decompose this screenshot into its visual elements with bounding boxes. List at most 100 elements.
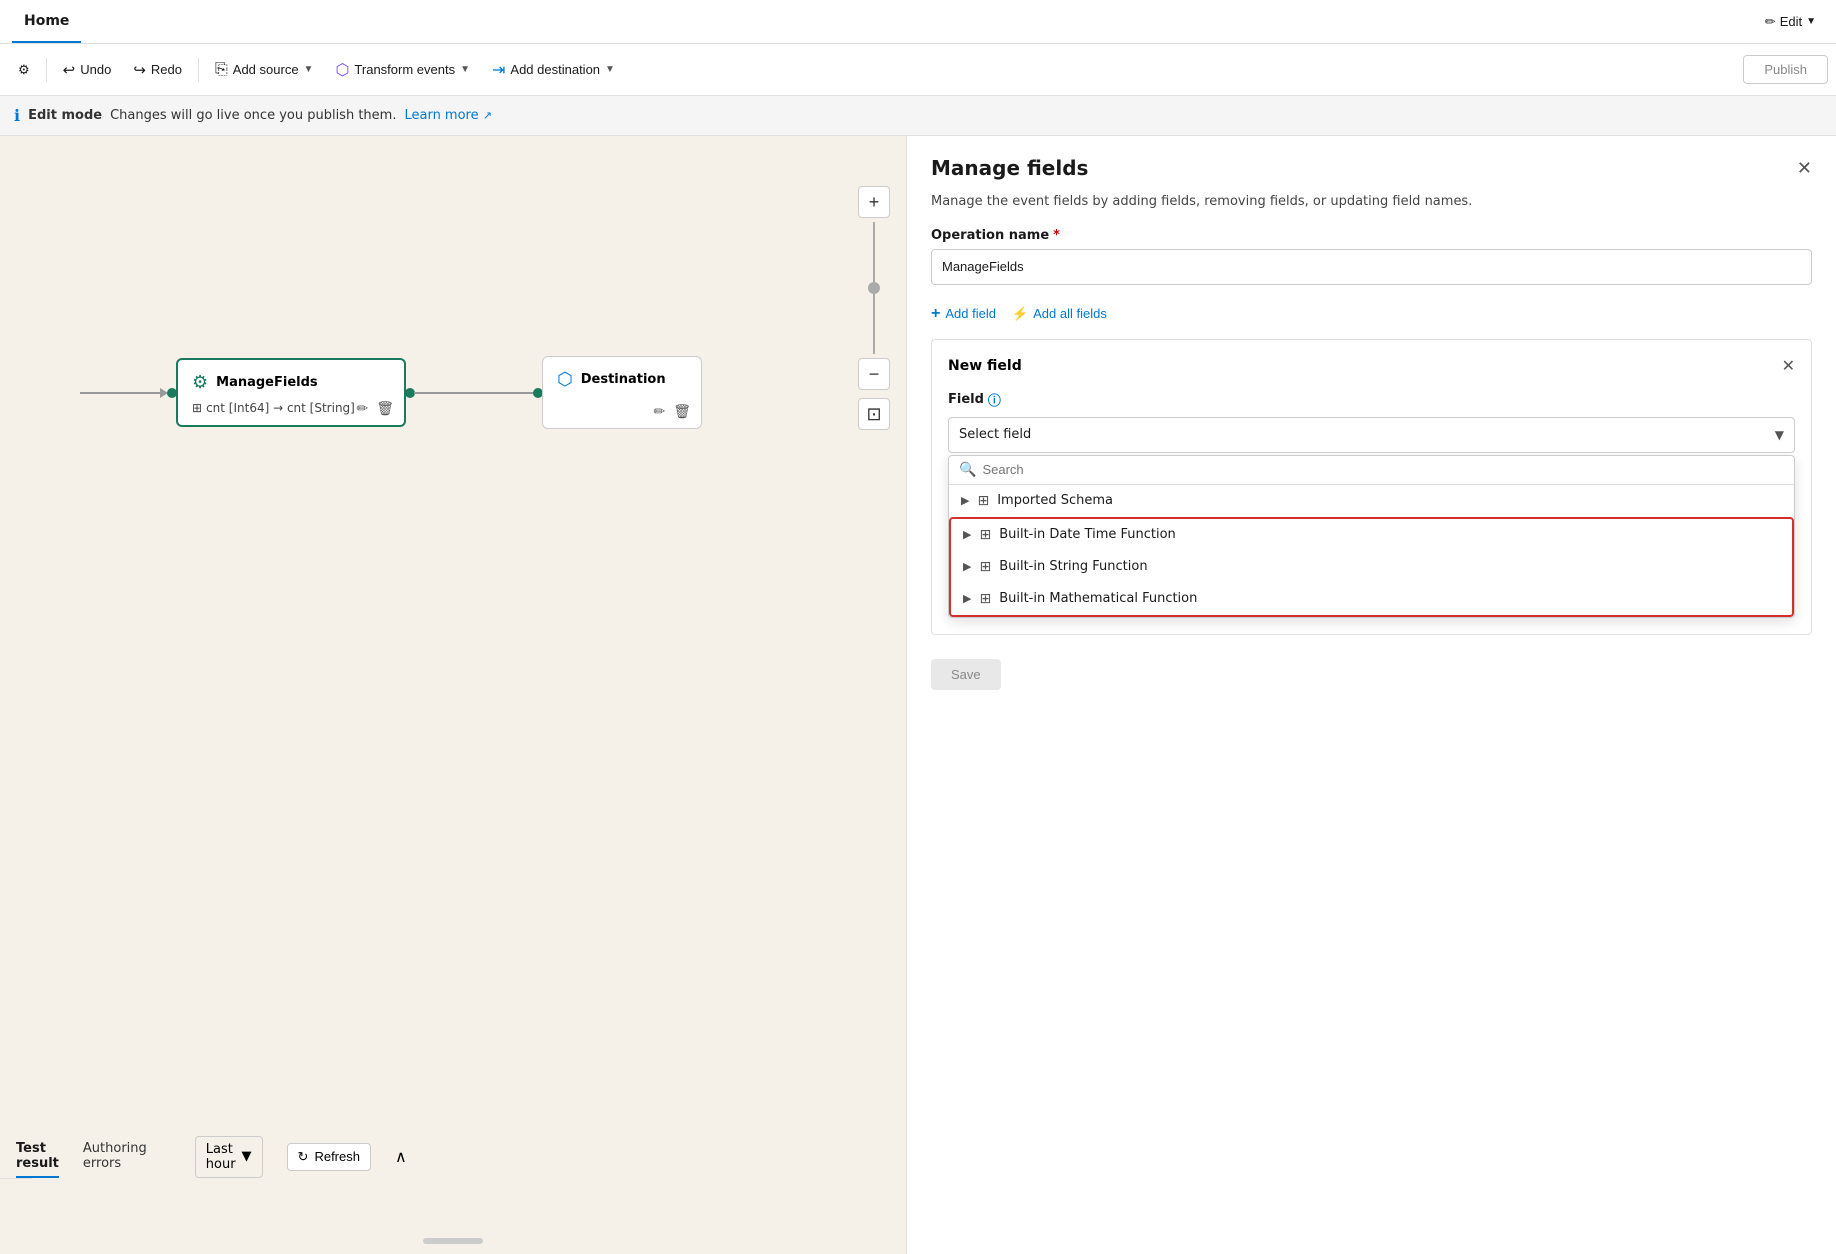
highlighted-section: ▶ ⊞ Built-in Date Time Function ▶ ⊞ Buil… bbox=[949, 517, 1794, 617]
panel-close-button[interactable]: ✕ bbox=[1797, 158, 1812, 179]
redo-button[interactable]: ↪ Redo bbox=[123, 55, 192, 85]
dropdown-chevron: ▼ bbox=[1775, 428, 1784, 442]
new-field-title: New field bbox=[948, 358, 1022, 374]
dropdown-item-datetime[interactable]: ▶ ⊞ Built-in Date Time Function bbox=[951, 519, 1792, 551]
settings-button[interactable]: ⚙ bbox=[8, 56, 40, 84]
dropdown-item-math[interactable]: ▶ ⊞ Built-in Mathematical Function bbox=[951, 583, 1792, 615]
redo-icon: ↪ bbox=[133, 61, 146, 79]
add-destination-icon: ⇥ bbox=[492, 60, 505, 80]
edit-mode-banner: ℹ Edit mode Changes will go live once yo… bbox=[0, 96, 1836, 136]
edit-node-button[interactable]: ✏ bbox=[356, 400, 368, 417]
edit-pencil-icon: ✏ bbox=[1765, 14, 1776, 30]
home-tab[interactable]: Home bbox=[12, 0, 81, 43]
left-connector bbox=[80, 388, 168, 398]
add-destination-chevron: ▼ bbox=[605, 64, 615, 75]
manage-fields-icon: ⚙ bbox=[192, 372, 208, 393]
expand-icon-datetime: ▶ bbox=[963, 528, 971, 541]
operation-name-section: Operation name * bbox=[907, 228, 1836, 301]
transform-events-button[interactable]: ⬡ Transform events ▼ bbox=[325, 54, 480, 86]
new-field-close-button[interactable]: ✕ bbox=[1782, 356, 1795, 376]
divider2 bbox=[198, 58, 199, 82]
time-range-select[interactable]: Last hour ▼ bbox=[195, 1136, 263, 1178]
add-source-button[interactable]: ⎘ Add source ▼ bbox=[205, 55, 323, 85]
grid-icon-math: ⊞ bbox=[979, 591, 991, 607]
expand-icon-math: ▶ bbox=[963, 592, 971, 605]
dropdown-item-imported-schema[interactable]: ▶ ⊞ Imported Schema bbox=[949, 485, 1794, 517]
connection-line bbox=[414, 392, 534, 394]
edit-button[interactable]: ✏ Edit ▼ bbox=[1757, 10, 1824, 34]
main-area: + − ⊡ bbox=[0, 136, 1836, 1254]
info-icon: ℹ bbox=[14, 106, 20, 125]
toolbar: ⚙ ↩ Undo ↪ Redo ⎘ Add source ▼ ⬡ Transfo… bbox=[0, 44, 1836, 96]
undo-button[interactable]: ↩ Undo bbox=[53, 55, 122, 85]
dest-actions: ✏ 🗑 bbox=[653, 403, 691, 420]
bottom-tabs: Test result Authoring errors Last hour ▼… bbox=[0, 1135, 32, 1179]
search-icon: 🔍 bbox=[959, 462, 976, 478]
select-field-trigger[interactable]: Select field ▼ bbox=[948, 417, 1795, 453]
destination-icon: ⬡ bbox=[557, 369, 573, 390]
add-source-chevron: ▼ bbox=[304, 64, 314, 75]
publish-button[interactable]: Publish bbox=[1743, 55, 1828, 84]
field-label: Field ⓘ bbox=[948, 390, 1795, 409]
operation-name-input[interactable] bbox=[931, 249, 1812, 285]
refresh-button[interactable]: ↻ Refresh bbox=[287, 1143, 371, 1171]
fit-view-button[interactable]: ⊡ bbox=[858, 398, 890, 430]
operation-name-label: Operation name * bbox=[931, 228, 1812, 243]
search-input[interactable] bbox=[982, 462, 1784, 477]
search-box: 🔍 bbox=[949, 456, 1794, 485]
destination-node[interactable]: ⬡ Destination ✏ 🗑 bbox=[542, 356, 702, 429]
expand-icon-string: ▶ bbox=[963, 560, 971, 573]
canvas-controls: + − ⊡ bbox=[858, 186, 890, 430]
panel-description: Manage the event fields by adding fields… bbox=[907, 192, 1836, 228]
transform-icon: ⬡ bbox=[335, 60, 349, 80]
field-info-icon: ⓘ bbox=[988, 390, 1001, 409]
tab-test-result[interactable]: Test result bbox=[16, 1135, 59, 1178]
transform-chevron: ▼ bbox=[460, 64, 470, 75]
manage-fields-node[interactable]: ⚙ ManageFields ⊞ cnt [Int64] → cnt [Stri… bbox=[176, 358, 406, 427]
zoom-out-button[interactable]: − bbox=[858, 358, 890, 390]
grid-icon-string: ⊞ bbox=[979, 559, 991, 575]
expand-icon: ▶ bbox=[961, 494, 969, 507]
new-field-header: New field ✕ bbox=[948, 356, 1795, 376]
undo-icon: ↩ bbox=[63, 61, 76, 79]
zoom-in-button[interactable]: + bbox=[858, 186, 890, 218]
tab-authoring-errors[interactable]: Authoring errors bbox=[83, 1135, 147, 1178]
time-chevron-icon: ▼ bbox=[242, 1149, 252, 1164]
right-panel: Manage fields ✕ Manage the event fields … bbox=[906, 136, 1836, 1254]
collapse-button[interactable]: ∧ bbox=[395, 1147, 407, 1167]
dropdown-list: 🔍 ▶ ⊞ Imported Schema ▶ ⊞ bbox=[948, 455, 1795, 618]
dest-header: ⬡ Destination bbox=[557, 369, 687, 390]
node-actions: ✏ 🗑 bbox=[356, 400, 394, 417]
field-dropdown[interactable]: Select field ▼ 🔍 ▶ ⊞ Imported Schema bbox=[948, 417, 1795, 618]
panel-title: Manage fields bbox=[931, 156, 1088, 180]
add-field-bar: + Add field ⚡ Add all fields bbox=[907, 301, 1836, 339]
pipeline-area: ⚙ ManageFields ⊞ cnt [Int64] → cnt [Stri… bbox=[80, 356, 702, 429]
add-all-fields-button[interactable]: ⚡ Add all fields bbox=[1012, 306, 1107, 322]
scroll-indicator bbox=[423, 1238, 483, 1244]
add-source-icon: ⎘ bbox=[215, 61, 228, 79]
add-field-button[interactable]: + Add field bbox=[931, 305, 996, 323]
divider bbox=[46, 58, 47, 82]
node-header: ⚙ ManageFields bbox=[192, 372, 390, 393]
add-destination-button[interactable]: ⇥ Add destination ▼ bbox=[482, 54, 625, 86]
learn-more-link[interactable]: Learn more ↗ bbox=[404, 108, 492, 123]
delete-dest-button[interactable]: 🗑 bbox=[673, 403, 691, 420]
external-link-icon: ↗ bbox=[483, 109, 492, 122]
table-icon: ⊞ bbox=[192, 401, 202, 415]
grid-icon: ⊞ bbox=[977, 493, 989, 509]
zoom-connector bbox=[858, 222, 890, 354]
dropdown-item-string[interactable]: ▶ ⊞ Built-in String Function bbox=[951, 551, 1792, 583]
refresh-icon: ↻ bbox=[298, 1149, 309, 1165]
edit-chevron-icon: ▼ bbox=[1806, 16, 1816, 27]
plus-icon: + bbox=[931, 305, 940, 323]
grid-icon-datetime: ⊞ bbox=[979, 527, 991, 543]
delete-node-button[interactable]: 🗑 bbox=[376, 400, 394, 417]
canvas[interactable]: + − ⊡ bbox=[0, 136, 906, 1254]
top-tab-bar: Home ✏ Edit ▼ bbox=[0, 0, 1836, 44]
save-button[interactable]: Save bbox=[931, 659, 1001, 690]
settings-icon: ⚙ bbox=[18, 62, 30, 78]
lightning-icon: ⚡ bbox=[1012, 306, 1028, 322]
edit-dest-button[interactable]: ✏ bbox=[653, 403, 665, 420]
new-field-section: New field ✕ Field ⓘ Select field ▼ 🔍 bbox=[931, 339, 1812, 635]
panel-header: Manage fields ✕ bbox=[907, 136, 1836, 192]
